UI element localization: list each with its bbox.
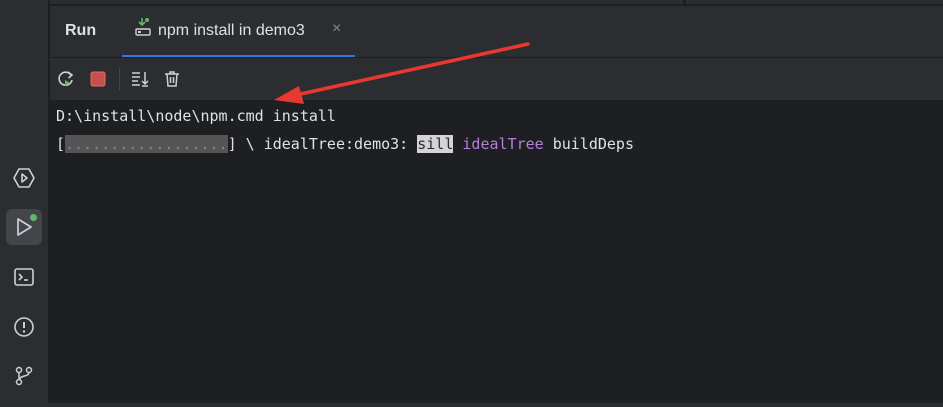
left-tool-sidebar — [0, 0, 49, 407]
scroll-to-end-icon — [132, 72, 149, 87]
stop-icon — [90, 71, 106, 87]
tab-npm-install[interactable]: npm install in demo3 × — [122, 6, 355, 57]
tree-text: idealTree:demo3: — [263, 135, 418, 153]
progress-close-bracket: ] — [227, 135, 237, 153]
status-bar-edge — [0, 403, 943, 407]
console-line-progress: [..................] \ idealTree:demo3: … — [56, 134, 634, 154]
services-button[interactable] — [6, 160, 42, 196]
status-message: buildDeps — [543, 135, 634, 153]
run-tool-window-header: Run npm install in demo3 × — [50, 6, 943, 58]
run-toolbar — [50, 58, 943, 100]
rerun-icon — [58, 71, 74, 86]
git-icon — [15, 366, 33, 386]
services-icon — [13, 168, 35, 188]
tool-window-title: Run — [65, 22, 97, 39]
problems-button[interactable] — [6, 309, 42, 345]
close-icon[interactable]: × — [332, 20, 341, 38]
problems-icon — [14, 317, 34, 337]
log-level-badge: sill — [417, 135, 454, 153]
editor-area-edge — [50, 0, 683, 4]
stop-button[interactable] — [86, 67, 110, 91]
terminal-icon — [14, 268, 34, 286]
progress-open-bracket: [ — [56, 135, 66, 153]
run-tool-button[interactable] — [6, 209, 42, 245]
scroll-to-end-button[interactable] — [128, 67, 152, 91]
tab-label: npm install in demo3 — [158, 22, 305, 39]
side-panel-edge — [686, 0, 943, 4]
clear-all-button[interactable] — [160, 67, 184, 91]
console-line-command: D:\install\node\npm.cmd install — [56, 107, 336, 125]
running-badge — [30, 214, 37, 221]
spinner: \ — [236, 135, 264, 153]
active-tab-indicator — [122, 55, 355, 57]
toolbar-separator — [119, 68, 120, 90]
console-output[interactable]: D:\install\node\npm.cmd install [.......… — [50, 100, 943, 407]
git-button[interactable] — [6, 358, 42, 394]
rerun-button[interactable] — [54, 67, 78, 91]
npm-run-icon — [135, 18, 151, 36]
progress-bar: .................. — [65, 135, 228, 153]
stage-name: idealTree — [462, 135, 544, 153]
trash-icon — [165, 71, 179, 87]
terminal-button[interactable] — [6, 259, 42, 295]
